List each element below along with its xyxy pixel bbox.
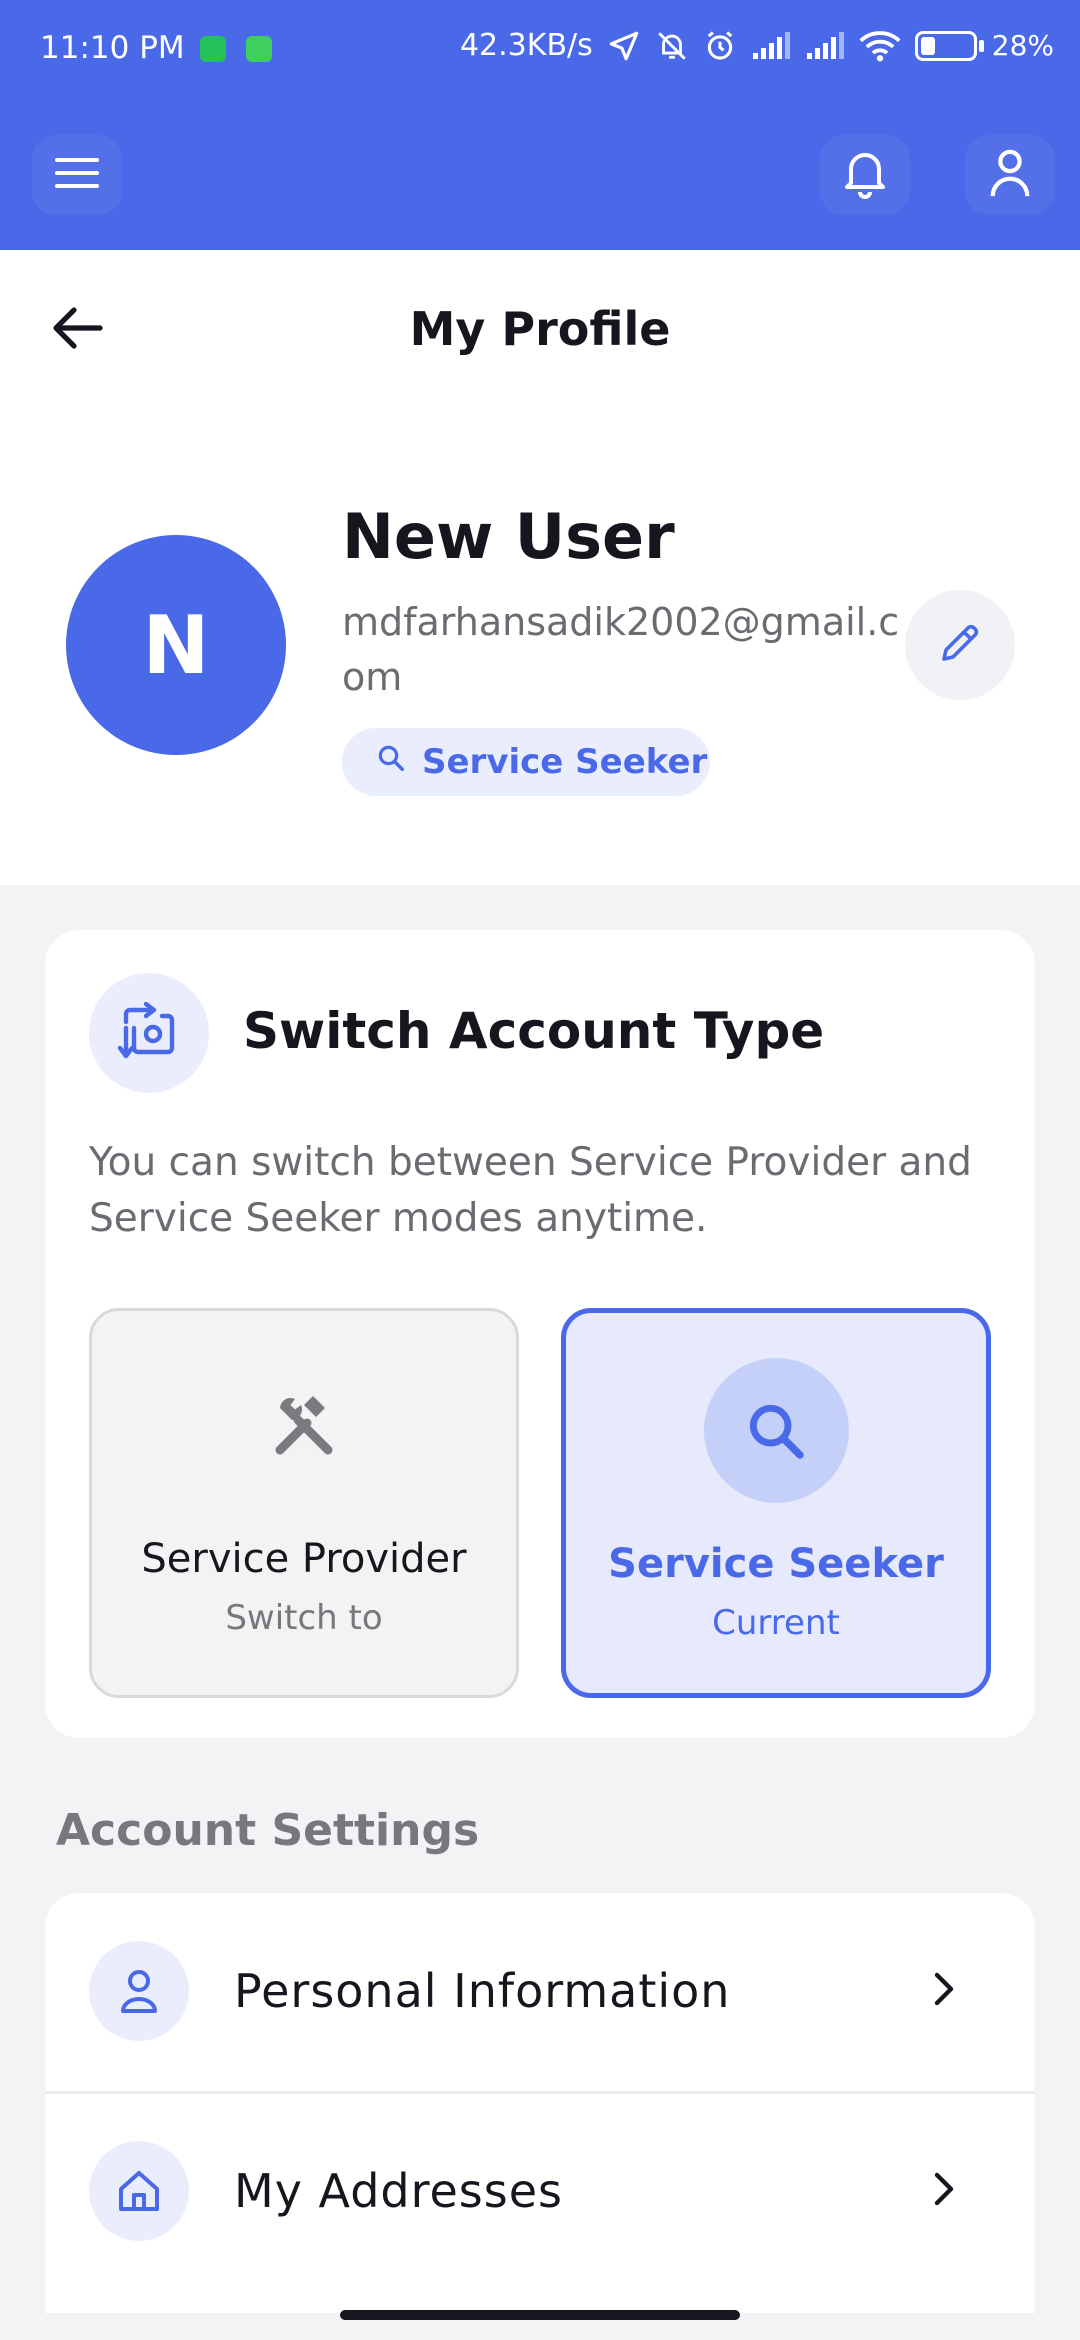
- profile-button[interactable]: [965, 135, 1055, 215]
- chevron-right-icon: [933, 1971, 957, 2011]
- pencil-icon: [936, 619, 984, 671]
- menu-icon: [55, 155, 99, 195]
- status-icons: 42.3KB/s 28%: [460, 28, 1054, 63]
- location-arrow-icon: [607, 29, 641, 63]
- user-name: New User: [342, 500, 675, 573]
- status-bar: 11:10 PM 42.3KB/s 28%: [0, 0, 1080, 98]
- avatar: N: [66, 535, 286, 755]
- personal-information-item[interactable]: Personal Information: [45, 1893, 1035, 2089]
- home-indicator[interactable]: [340, 2310, 740, 2320]
- alarm-icon: [703, 29, 737, 63]
- signal-icon: [751, 31, 791, 61]
- user-email: mdfarhansadik2002@gmail.com: [342, 600, 900, 699]
- search-icon: [376, 742, 406, 782]
- page-title: My Profile: [409, 302, 671, 356]
- status-time: 11:10 PM: [40, 30, 185, 66]
- switch-account-title: Switch Account Type: [243, 1002, 825, 1060]
- chevron-right-icon: [933, 2171, 957, 2211]
- app-notification-icon: [246, 36, 272, 62]
- wifi-icon: [859, 30, 901, 62]
- tools-icon: [232, 1353, 377, 1498]
- option-label: Service Seeker: [608, 1541, 944, 1587]
- role-badge-label: Service Seeker: [422, 742, 708, 782]
- settings-item-label: Personal Information: [234, 1964, 731, 2018]
- switch-account-icon: [89, 973, 209, 1093]
- switch-account-description: You can switch between Service Provider …: [89, 1140, 972, 1241]
- service-seeker-option[interactable]: Service Seeker Current: [561, 1308, 991, 1698]
- option-status: Current: [712, 1603, 840, 1643]
- account-settings-heading: Account Settings: [56, 1805, 480, 1856]
- my-addresses-item[interactable]: My Addresses: [45, 2091, 1035, 2287]
- battery-percent: 28%: [991, 29, 1054, 62]
- edit-profile-button[interactable]: [905, 590, 1015, 700]
- menu-button[interactable]: [32, 135, 122, 215]
- network-speed: 42.3KB/s: [459, 28, 593, 63]
- whatsapp-business-icon: [200, 36, 226, 62]
- signal-icon: [805, 31, 845, 61]
- battery-icon: 28%: [914, 29, 1054, 62]
- person-icon: [89, 1941, 189, 2041]
- search-icon: [703, 1358, 849, 1503]
- settings-item-label: My Addresses: [234, 2163, 563, 2218]
- battery-level: [920, 36, 935, 55]
- switch-account-card: Switch Account Type You can switch betwe…: [45, 930, 1035, 1738]
- bell-icon: [841, 147, 889, 203]
- home-icon: [89, 2140, 189, 2241]
- role-badge: Service Seeker: [342, 728, 710, 796]
- service-provider-option[interactable]: Service Provider Switch to: [89, 1308, 519, 1698]
- profile-header: My Profile N New User mdfarhansadik2002@…: [0, 250, 1080, 885]
- option-label: Service Provider: [141, 1536, 467, 1582]
- account-settings-list: Personal Information My Addresses: [45, 1893, 1035, 2313]
- notifications-button[interactable]: [820, 135, 910, 215]
- muted-icon: [655, 29, 689, 63]
- option-status: Switch to: [225, 1598, 383, 1638]
- user-icon: [988, 148, 1032, 202]
- top-app-bar: 11:10 PM 42.3KB/s 28%: [0, 0, 1080, 250]
